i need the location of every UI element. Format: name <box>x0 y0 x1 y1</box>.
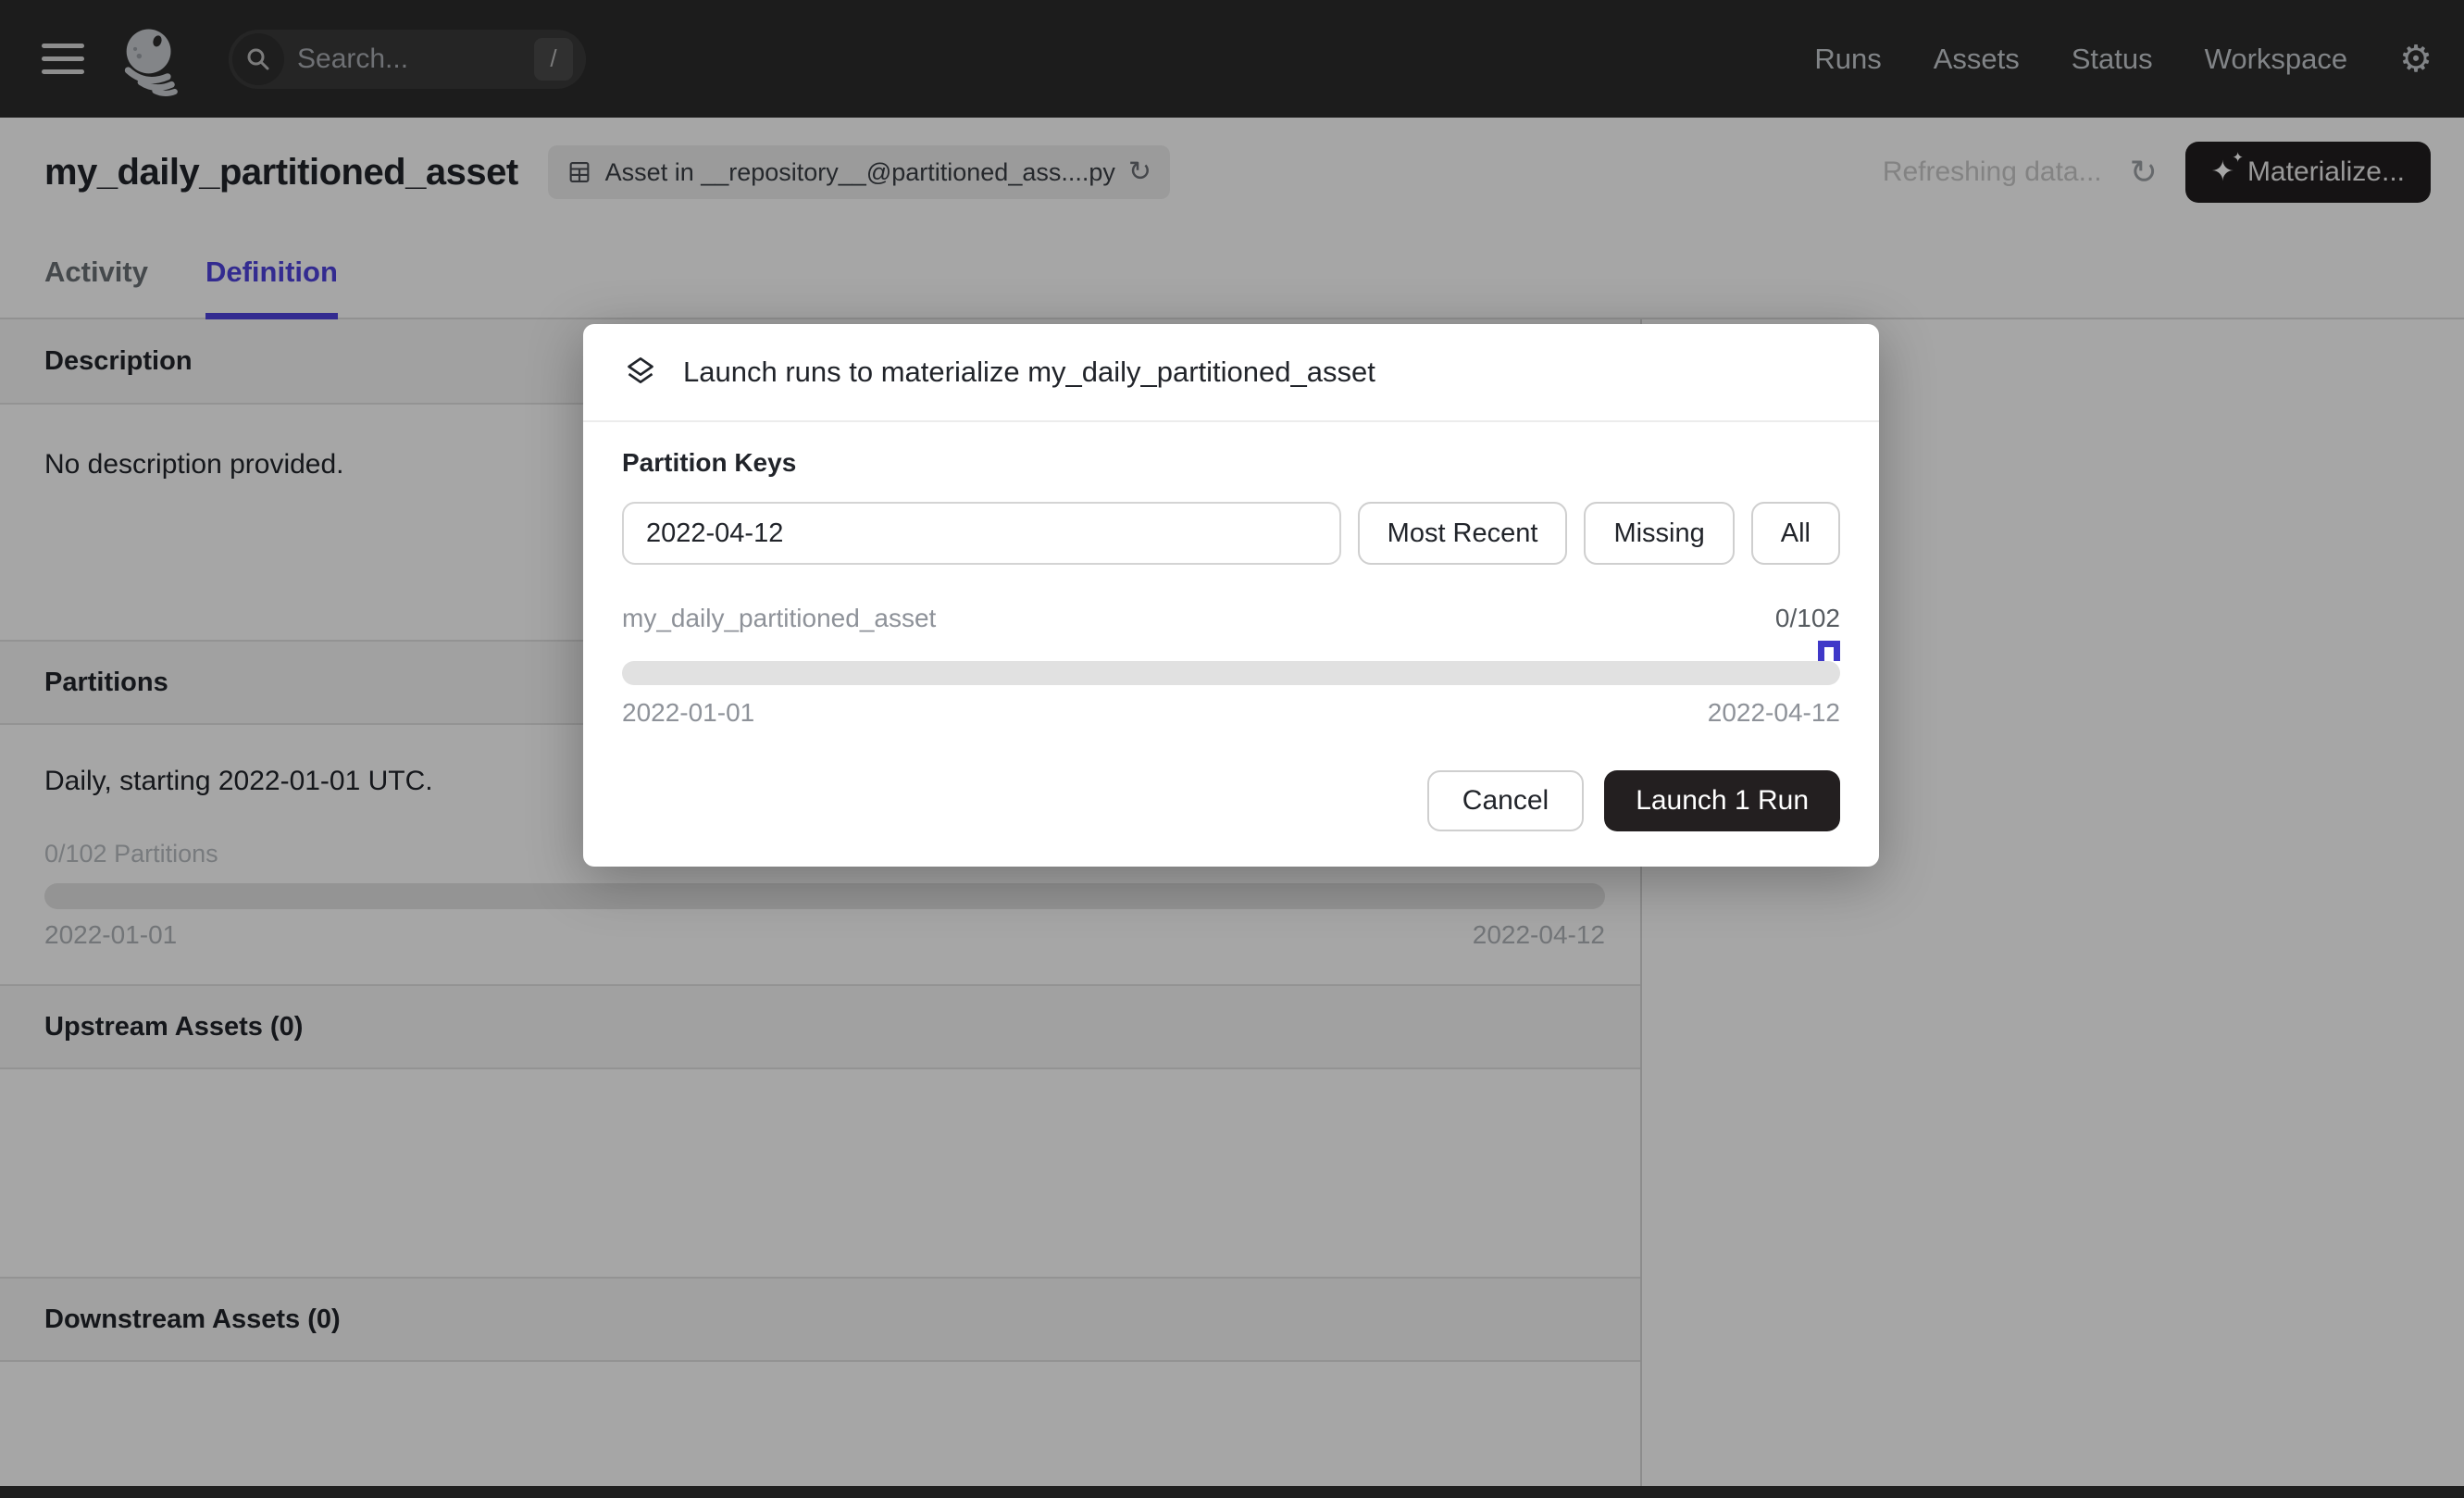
partition-keys-row: Most Recent Missing All <box>622 502 1840 565</box>
asset-layers-icon <box>622 354 659 391</box>
partition-key-input[interactable] <box>622 502 1341 565</box>
asset-partition-count: 0/102 <box>1775 604 1840 633</box>
dialog-header: Launch runs to materialize my_daily_part… <box>583 324 1879 422</box>
dialog-range-start: 2022-01-01 <box>622 698 754 728</box>
most-recent-button[interactable]: Most Recent <box>1358 502 1568 565</box>
launch-runs-dialog: Launch runs to materialize my_daily_part… <box>583 324 1879 867</box>
selected-partition-marker <box>1818 641 1840 661</box>
selection-marker-row <box>622 633 1840 661</box>
partition-keys-label: Partition Keys <box>622 448 1840 478</box>
all-button[interactable]: All <box>1751 502 1840 565</box>
dialog-footer: Cancel Launch 1 Run <box>583 728 1879 867</box>
dialog-progress-bar <box>622 661 1840 685</box>
asset-partition-summary: my_daily_partitioned_asset 0/102 <box>622 604 1840 633</box>
dialog-range-end: 2022-04-12 <box>1708 698 1840 728</box>
launch-run-button[interactable]: Launch 1 Run <box>1604 770 1840 831</box>
cancel-button[interactable]: Cancel <box>1427 770 1584 831</box>
dialog-title: Launch runs to materialize my_daily_part… <box>683 356 1375 389</box>
dialog-body: Partition Keys Most Recent Missing All m… <box>583 422 1879 728</box>
asset-name: my_daily_partitioned_asset <box>622 604 936 633</box>
missing-button[interactable]: Missing <box>1584 502 1734 565</box>
